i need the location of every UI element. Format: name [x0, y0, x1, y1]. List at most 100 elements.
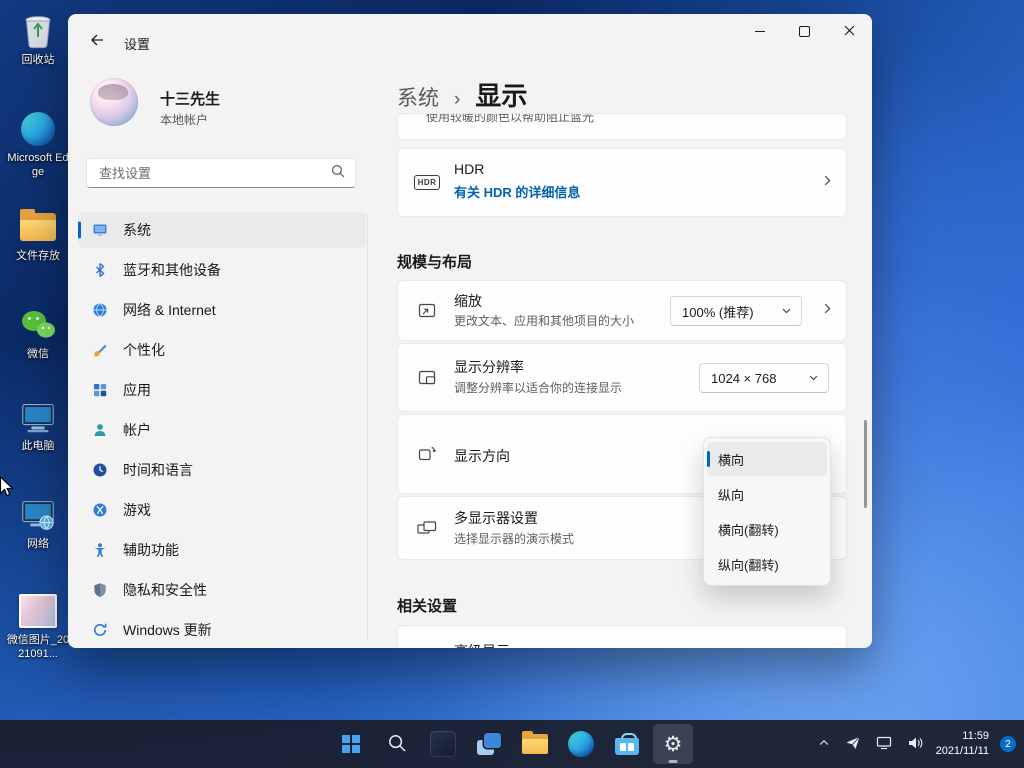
- sidebar-item-label: 系统: [123, 220, 151, 240]
- notification-badge[interactable]: 2: [1000, 736, 1016, 752]
- store-button[interactable]: [607, 724, 647, 764]
- tray-expand-button[interactable]: [816, 735, 832, 754]
- tray-app-button[interactable]: [843, 733, 863, 756]
- desktop-icon-wechat[interactable]: 微信: [5, 306, 71, 361]
- settings-search[interactable]: [86, 158, 356, 188]
- window-title: 设置: [124, 34, 150, 53]
- clock-icon: [91, 462, 108, 479]
- desktop-icon-recycle-bin[interactable]: 回收站: [5, 12, 71, 67]
- network-tray-button[interactable]: [874, 734, 894, 755]
- orientation-option-portrait-flipped[interactable]: 纵向(翻转): [707, 547, 827, 581]
- hdr-icon: HDR: [416, 172, 438, 194]
- sidebar-item-label: 网络 & Internet: [123, 300, 216, 320]
- resolution-icon: [416, 367, 438, 389]
- close-icon: [844, 24, 855, 39]
- scale-title: 缩放: [454, 291, 482, 311]
- section-scale-layout: 规模与布局: [397, 251, 472, 272]
- user-account-type: 本地帐户: [160, 111, 208, 128]
- hdr-card[interactable]: HDR HDR 有关 HDR 的详细信息: [397, 148, 847, 217]
- desktop-screen: 回收站 Microsoft Edge 文件存放 微信 此电脑 网络 微信图片_2…: [0, 0, 1024, 768]
- clock-time: 11:59: [936, 729, 989, 744]
- chevron-up-icon: [818, 737, 830, 752]
- breadcrumb-parent[interactable]: 系统: [397, 82, 439, 112]
- volume-tray-button[interactable]: [905, 734, 925, 755]
- desktop-icon-label: Microsoft Edge: [5, 151, 71, 180]
- file-explorer-icon: [522, 734, 548, 754]
- sidebar-item-windows-update[interactable]: Windows 更新: [78, 612, 366, 648]
- desktop-icon-label: 微信: [27, 347, 49, 361]
- gear-icon: ⚙: [664, 734, 683, 755]
- scale-description: 更改文本、应用和其他项目的大小: [454, 312, 634, 329]
- chevron-down-icon: [781, 304, 792, 319]
- desktop-icon-network[interactable]: 网络: [5, 496, 71, 551]
- this-pc-icon: [19, 398, 57, 436]
- sidebar-item-time-language[interactable]: 时间和语言: [78, 452, 366, 488]
- user-avatar[interactable]: [90, 78, 138, 126]
- back-arrow-icon: [89, 32, 105, 51]
- desktop-icon-label: 微信图片_2021091...: [5, 633, 71, 662]
- back-button[interactable]: [82, 27, 112, 55]
- sidebar-item-accessibility[interactable]: 辅助功能: [78, 532, 366, 568]
- settings-window: 设置 十三先生 本地帐户 系统 蓝牙和其他设备: [68, 14, 872, 648]
- accessibility-icon: [91, 542, 108, 559]
- sidebar-item-system[interactable]: 系统: [78, 212, 366, 248]
- multi-display-title: 多显示器设置: [454, 508, 538, 528]
- desktop-icon-label: 网络: [27, 537, 49, 551]
- sidebar-item-bluetooth-devices[interactable]: 蓝牙和其他设备: [78, 252, 366, 288]
- minimize-button[interactable]: [737, 14, 782, 49]
- sidebar-item-privacy-security[interactable]: 隐私和安全性: [78, 572, 366, 608]
- scrollbar-thumb[interactable]: [864, 420, 867, 508]
- sidebar-item-label: 时间和语言: [123, 460, 193, 480]
- image-file-icon: [19, 592, 57, 630]
- desktop-icon-this-pc[interactable]: 此电脑: [5, 398, 71, 453]
- search-icon: [331, 164, 345, 183]
- sidebar-divider: [367, 214, 368, 640]
- sidebar-item-gaming[interactable]: 游戏: [78, 492, 366, 528]
- taskbar-clock[interactable]: 11:59 2021/11/11: [936, 729, 989, 760]
- hdr-info-link[interactable]: 有关 HDR 的详细信息: [454, 182, 580, 201]
- orientation-option-landscape[interactable]: 横向: [707, 442, 827, 476]
- sidebar-item-network-internet[interactable]: 网络 & Internet: [78, 292, 366, 328]
- scale-dropdown[interactable]: 100% (推荐): [670, 296, 802, 326]
- volume-icon: [907, 736, 923, 753]
- sidebar-item-label: 个性化: [123, 340, 165, 360]
- start-button[interactable]: [331, 724, 371, 764]
- menu-item-label: 纵向(翻转): [718, 555, 779, 574]
- settings-taskbar-button[interactable]: ⚙: [653, 724, 693, 764]
- advanced-display-card-partial[interactable]: 高级显示: [397, 625, 847, 648]
- wechat-icon: [19, 306, 57, 344]
- night-light-card-partial[interactable]: 使用较暖的颜色以帮助阻止蓝光: [397, 113, 847, 140]
- file-explorer-button[interactable]: [515, 724, 555, 764]
- task-view-button[interactable]: [469, 724, 509, 764]
- edge-button[interactable]: [561, 724, 601, 764]
- desktop-icon-label: 此电脑: [22, 439, 55, 453]
- scale-card[interactable]: 缩放 更改文本、应用和其他项目的大小 100% (推荐): [397, 280, 847, 341]
- resolution-card[interactable]: 显示分辨率 调整分辨率以适合你的连接显示 1024 × 768: [397, 343, 847, 412]
- sidebar-item-accounts[interactable]: 帐户: [78, 412, 366, 448]
- recycle-bin-icon: [19, 12, 57, 50]
- sidebar-item-apps[interactable]: 应用: [78, 372, 366, 408]
- store-icon: [615, 733, 639, 755]
- sidebar-item-label: Windows 更新: [123, 620, 212, 640]
- sidebar-item-label: 帐户: [123, 420, 151, 440]
- orientation-option-portrait[interactable]: 纵向: [707, 477, 827, 511]
- menu-item-label: 横向: [718, 450, 744, 469]
- desktop-icon-files-folder[interactable]: 文件存放: [5, 208, 71, 263]
- desktop-icon-edge[interactable]: Microsoft Edge: [5, 110, 71, 180]
- settings-search-input[interactable]: [97, 165, 321, 182]
- maximize-button[interactable]: [782, 14, 827, 49]
- desktop-icon-wechat-image[interactable]: 微信图片_2021091...: [5, 592, 71, 662]
- resolution-dropdown[interactable]: 1024 × 768: [699, 363, 829, 393]
- hdr-title: HDR: [454, 161, 484, 177]
- close-button[interactable]: [827, 14, 872, 49]
- menu-item-label: 横向(翻转): [718, 520, 779, 539]
- breadcrumb: 系统 › 显示: [397, 76, 527, 113]
- taskbar-center-icons: ⚙: [331, 724, 693, 764]
- orientation-option-landscape-flipped[interactable]: 横向(翻转): [707, 512, 827, 546]
- sidebar-item-personalization[interactable]: 个性化: [78, 332, 366, 368]
- pinned-app-button[interactable]: [423, 724, 463, 764]
- chevron-right-icon: [820, 173, 834, 192]
- page-title: 显示: [475, 76, 527, 113]
- taskbar-search-button[interactable]: [377, 724, 417, 764]
- sidebar-item-label: 蓝牙和其他设备: [123, 260, 221, 280]
